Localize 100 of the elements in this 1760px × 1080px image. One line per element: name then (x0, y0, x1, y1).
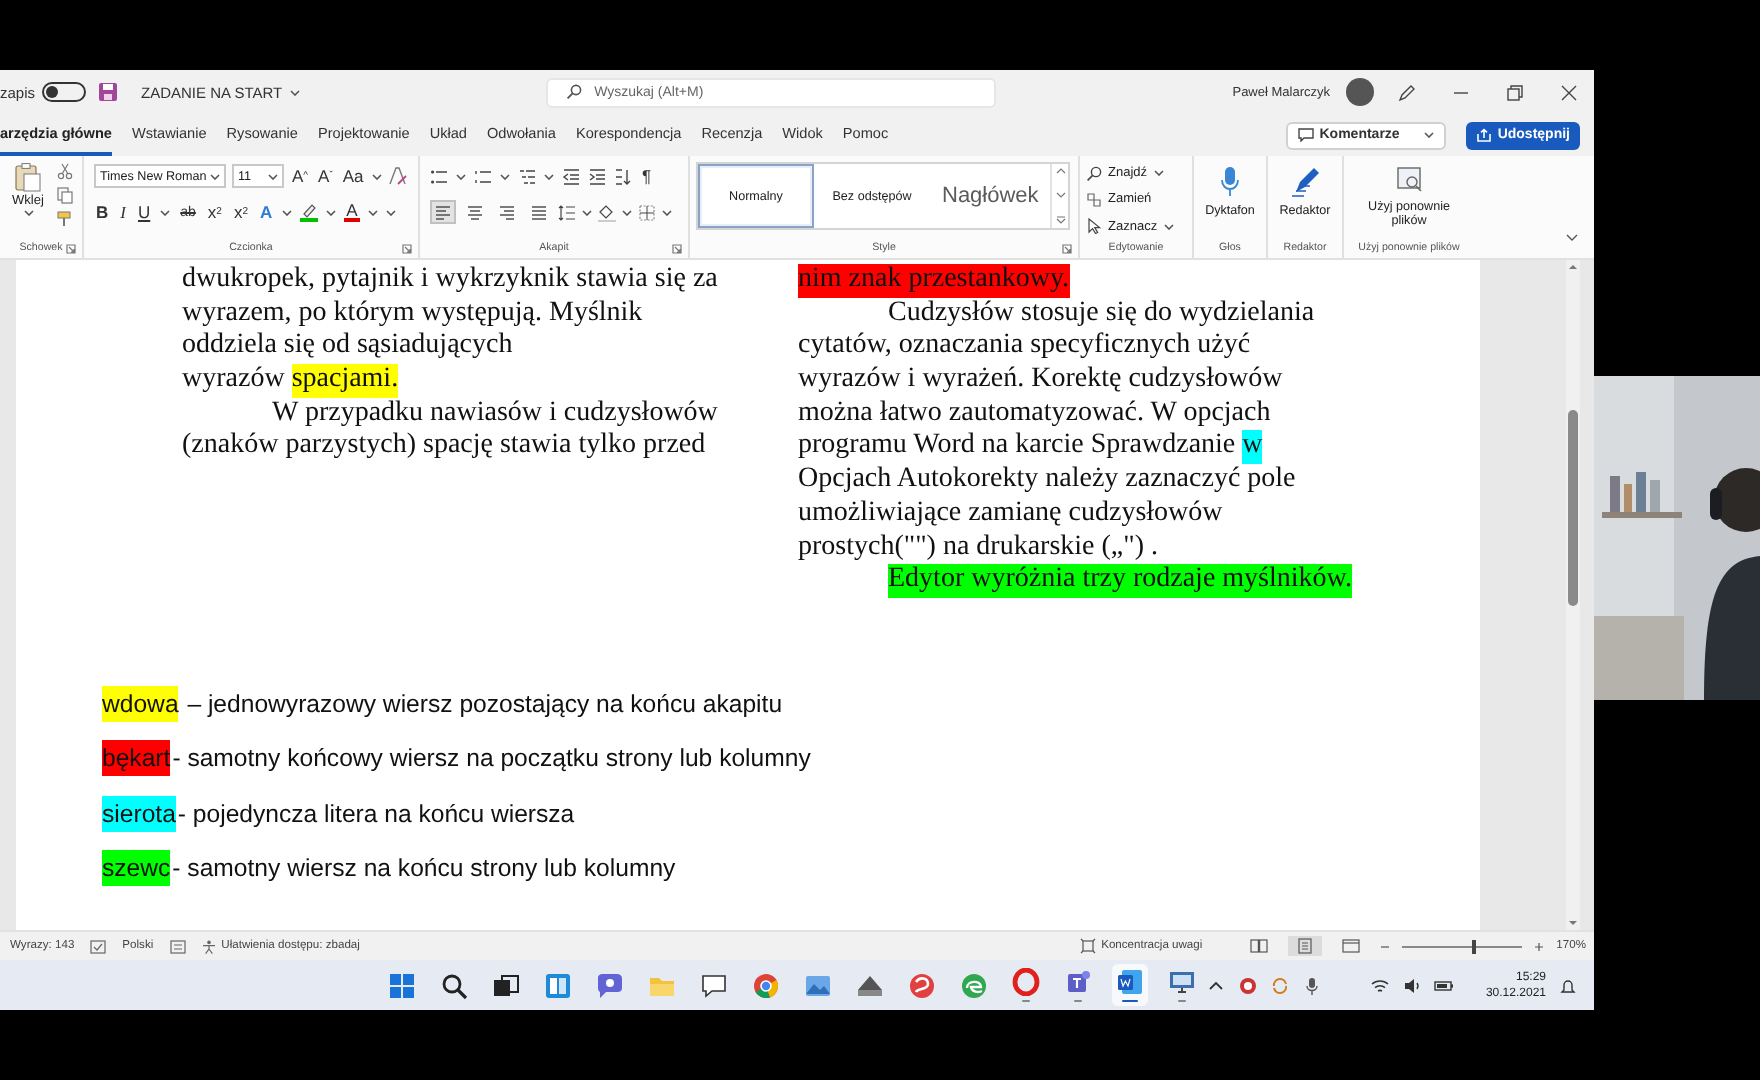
zoom-thumb[interactable] (1472, 939, 1477, 953)
caret-icon (268, 173, 278, 179)
scissors-icon[interactable] (56, 162, 74, 180)
multilevel-list-icon[interactable] (518, 167, 536, 185)
search-icon (1086, 165, 1102, 182)
highlighted-text: spacjami. (291, 364, 399, 398)
caret-icon (23, 210, 33, 216)
document-text: W przypadku nawiasów i cudzysłowów (270, 397, 718, 431)
start-icon (388, 971, 416, 999)
dialog-launcher-icon[interactable] (1062, 244, 1072, 254)
scroll-down-icon[interactable] (1568, 920, 1578, 926)
speaker-icon[interactable] (1401, 975, 1422, 995)
caret-icon (622, 209, 632, 215)
document-text: prostych("") na drukarskie („") . (798, 531, 1159, 565)
scrollbar[interactable] (1566, 260, 1580, 930)
document-text: - samotny wiersz na końcu strony lub kolumny (172, 852, 676, 887)
shrink-font-button[interactable]: A$^{ˇ}$ (316, 167, 335, 185)
caret-icon[interactable] (290, 89, 301, 95)
document-text: dwukropek, pytajnik i wykrzyknik stawia się za (182, 264, 718, 298)
text-predictions-icon[interactable] (169, 939, 186, 953)
microphone-icon (1220, 166, 1240, 198)
align-button[interactable] (494, 200, 520, 224)
document-text: wyrazem, po którym występują. Myślnik (182, 297, 643, 331)
style-item[interactable]: Nagłówek (930, 164, 1051, 228)
document-text: umożliwiające zamianę cudzysłowów (798, 497, 1223, 531)
proofing-icon[interactable] (90, 939, 107, 953)
close-icon[interactable] (1560, 83, 1578, 101)
line-spacing-icon[interactable] (558, 203, 576, 221)
zoom-in-icon[interactable] (1534, 941, 1545, 951)
superscript-button[interactable]: x$^{2}$ (231, 203, 250, 221)
shading-icon[interactable] (598, 203, 616, 221)
dialog-launcher-icon[interactable] (66, 244, 76, 254)
autosave-toggle[interactable] (41, 82, 86, 102)
battery-icon[interactable] (1433, 975, 1454, 995)
chat-icon (596, 971, 624, 999)
search-icon (566, 84, 583, 100)
wifi-icon[interactable] (1369, 975, 1390, 995)
share-icon (1475, 128, 1492, 142)
caret-icon (1163, 223, 1174, 230)
restore-icon[interactable] (1506, 83, 1524, 101)
change-case-button[interactable]: Aa (340, 167, 366, 185)
save-icon[interactable] (97, 82, 118, 102)
align-button[interactable] (526, 200, 552, 224)
show-formatting-button[interactable]: ¶ (640, 167, 654, 185)
taskbar-button[interactable] (1112, 964, 1148, 1006)
monitor-icon (1168, 967, 1196, 996)
caret-icon (662, 209, 672, 215)
sort-icon[interactable] (614, 167, 632, 185)
highlighted-text: szewc (100, 850, 173, 887)
pen-icon[interactable] (1398, 83, 1416, 101)
document-text: Cudzysłów stosuje się do wydzielania (886, 297, 1315, 331)
dialog-launcher-icon[interactable] (672, 244, 682, 254)
decrease-indent-icon[interactable] (562, 167, 580, 185)
italic-button[interactable]: I (118, 203, 128, 221)
scroll-up-icon[interactable] (1568, 264, 1578, 270)
caret-icon (326, 209, 337, 215)
font-color-button[interactable]: A (344, 201, 360, 223)
highlighter-icon[interactable] (300, 202, 319, 222)
copy-icon[interactable] (56, 186, 74, 204)
document-text: wyrazów (182, 364, 287, 398)
more-styles-icon[interactable] (1055, 216, 1066, 224)
scroll-down-icon[interactable] (1055, 192, 1066, 198)
view-button[interactable] (1288, 936, 1323, 956)
image-icon (804, 971, 832, 999)
highlighted-text: sierota (100, 795, 178, 832)
grow-font-button[interactable]: A$^{^}$ (290, 167, 311, 185)
zoom-out-icon[interactable] (1380, 941, 1391, 951)
document-text: – jednowyrazowy wiersz pozostający na końcu akapitu (185, 687, 783, 722)
text-effects-button[interactable]: A (257, 203, 275, 221)
increase-indent-icon[interactable] (588, 167, 606, 185)
clipboard-icon (14, 162, 42, 192)
bold-button[interactable]: B (94, 203, 111, 221)
document-text: Opcjach Autokorekty należy zaznaczyć pole (798, 464, 1296, 498)
scanner-icon (856, 971, 884, 999)
focus-icon (1079, 938, 1096, 954)
borders-icon[interactable] (638, 203, 656, 221)
underline-button[interactable]: U (135, 203, 153, 221)
numbering-icon[interactable] (474, 167, 492, 185)
align-button[interactable] (462, 200, 488, 224)
caret-icon (544, 173, 554, 179)
pen-lines-icon (1289, 166, 1321, 198)
sync-icon[interactable] (1269, 975, 1290, 995)
format-painter-icon[interactable] (56, 210, 74, 228)
highlighted-text: nim znak przestankowy. (798, 264, 1070, 298)
bullets-icon[interactable] (430, 167, 448, 185)
document-icon (1116, 967, 1144, 996)
bell-icon[interactable] (1558, 975, 1578, 995)
align-button[interactable] (430, 200, 456, 224)
scroll-up-icon[interactable] (1055, 168, 1066, 174)
pointer-icon (1086, 218, 1102, 235)
browser-icon (752, 971, 780, 999)
replace-icon (1086, 191, 1102, 208)
caret-icon (371, 173, 382, 179)
microphone-icon[interactable] (1301, 975, 1322, 995)
dialog-launcher-icon[interactable] (402, 244, 412, 254)
avatar[interactable] (1346, 78, 1374, 106)
document-text: wyrazów i wyrażeń. Korektę cudzysłowów (798, 364, 1283, 398)
document-text: cytatów, oznaczania specyficznych użyć (798, 330, 1251, 365)
collapse-ribbon-icon[interactable] (1566, 234, 1578, 242)
clear-formatting-icon[interactable] (387, 166, 408, 186)
